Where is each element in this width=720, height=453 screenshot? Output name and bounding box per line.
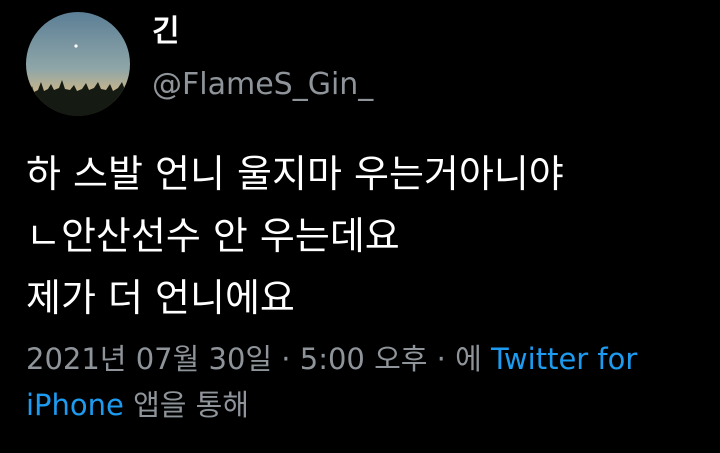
source-link-part2[interactable]: iPhone: [26, 388, 124, 422]
tweet-text-line: ㄴ안산선수 안 우는데요: [26, 214, 400, 258]
tweet-time[interactable]: 5:00 오후: [300, 342, 428, 376]
tweet-date[interactable]: 2021년 07월 30일: [26, 342, 272, 376]
tweet-text-line: 하 스발 언니 울지마 우는거아니야: [26, 152, 564, 196]
tweet-card: 긴 @FlameS_Gin_ 하 스발 언니 울지마 우는거아니야 ㄴ안산선수 …: [0, 0, 720, 453]
separator: ·: [427, 342, 456, 376]
display-name[interactable]: 긴: [152, 14, 180, 50]
source-link-part1[interactable]: Twitter for: [491, 342, 637, 376]
via-suffix: 앱을 통해: [123, 388, 250, 422]
night-sky-forest-avatar-icon: [26, 12, 130, 116]
tweet-metadata: 2021년 07월 30일 · 5:00 오후 · 에 Twitter for …: [26, 336, 706, 428]
user-handle[interactable]: @FlameS_Gin_: [152, 66, 373, 104]
separator: ·: [272, 342, 300, 376]
tweet-text: 하 스발 언니 울지마 우는거아니야 ㄴ안산선수 안 우는데요 제가 더 언니에…: [26, 143, 706, 329]
tweet-text-line: 제가 더 언니에요: [26, 276, 295, 320]
tweet-metadata-line: iPhone 앱을 통해: [26, 382, 706, 428]
tweet-metadata-line: 2021년 07월 30일 · 5:00 오후 · 에 Twitter for: [26, 336, 706, 382]
avatar[interactable]: [26, 12, 130, 116]
via-prefix: 에: [455, 342, 492, 376]
